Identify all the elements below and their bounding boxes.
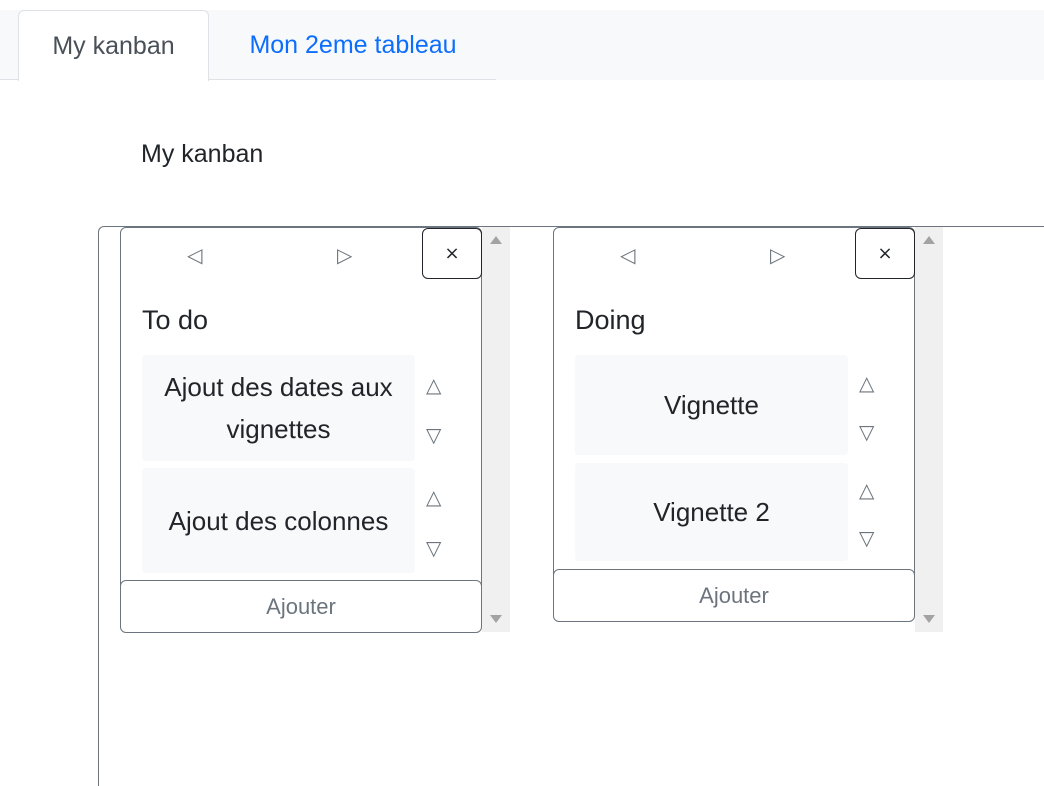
scroll-down-icon[interactable] — [490, 615, 502, 623]
scroll-up-icon[interactable] — [490, 236, 502, 244]
card[interactable]: Vignette — [575, 355, 848, 455]
move-up-icon[interactable]: △ — [426, 373, 441, 397]
scroll-up-icon[interactable] — [923, 236, 935, 244]
card[interactable]: Ajout des colonnes — [142, 468, 415, 573]
close-column-button[interactable]: × — [422, 228, 482, 279]
move-right-icon[interactable]: ▷ — [337, 242, 352, 268]
column-doing: ◁ ▷ × Doing Vignette △ ▽ Vignette 2 △ ▽ … — [553, 227, 915, 622]
move-up-icon[interactable]: △ — [426, 485, 441, 509]
move-right-icon[interactable]: ▷ — [770, 242, 785, 268]
tab-mon-2eme-tableau[interactable]: Mon 2eme tableau — [210, 10, 496, 80]
column-title: To do — [142, 305, 209, 335]
board-title: My kanban — [141, 140, 264, 168]
move-down-icon[interactable]: ▽ — [426, 423, 441, 447]
column-to-do: ◁ ▷ × To do Ajout des dates aux vignette… — [120, 227, 482, 633]
column-title: Doing — [575, 305, 646, 335]
move-left-icon[interactable]: ◁ — [187, 242, 202, 268]
move-down-icon[interactable]: ▽ — [859, 526, 874, 550]
move-up-icon[interactable]: △ — [859, 371, 874, 395]
move-up-icon[interactable]: △ — [859, 478, 874, 502]
move-down-icon[interactable]: ▽ — [426, 536, 441, 560]
card[interactable]: Ajout des dates aux vignettes — [142, 355, 415, 461]
tab-my-kanban[interactable]: My kanban — [18, 10, 209, 81]
add-card-button[interactable]: Ajouter — [553, 569, 915, 622]
close-column-button[interactable]: × — [855, 228, 915, 279]
add-card-button[interactable]: Ajouter — [120, 580, 482, 633]
move-down-icon[interactable]: ▽ — [859, 420, 874, 444]
move-left-icon[interactable]: ◁ — [620, 242, 635, 268]
column-scrollbar[interactable] — [915, 227, 943, 632]
column-scrollbar[interactable] — [482, 227, 510, 632]
card[interactable]: Vignette 2 — [575, 463, 848, 561]
scroll-down-icon[interactable] — [923, 615, 935, 623]
